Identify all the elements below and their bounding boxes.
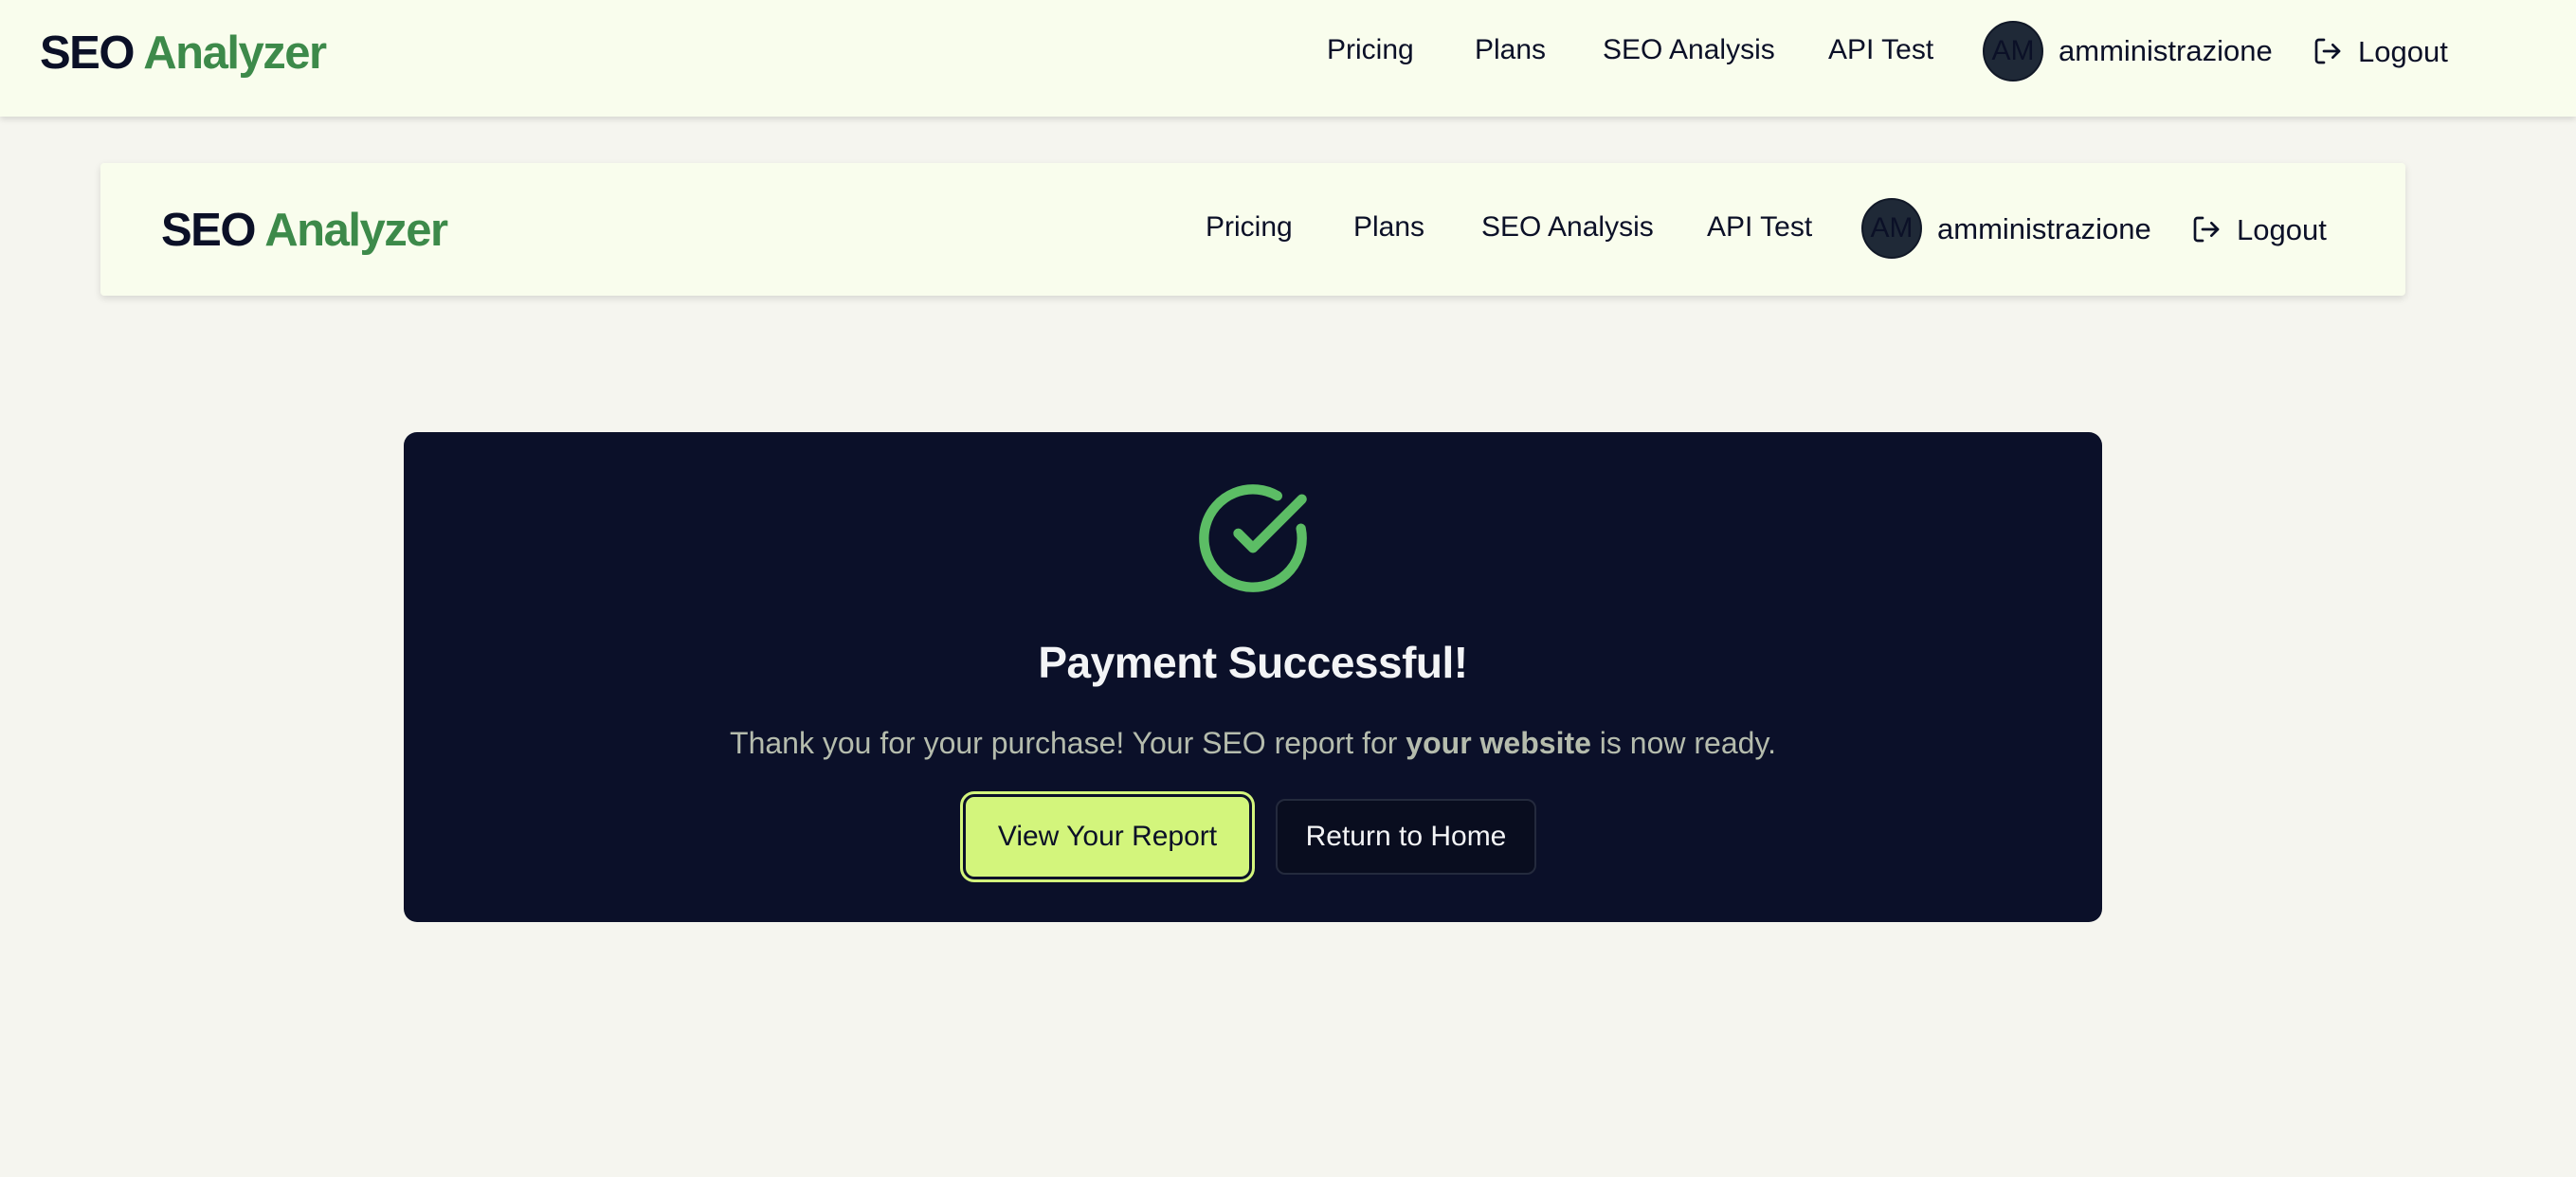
view-report-button[interactable]: View Your Report <box>960 791 1255 882</box>
message-text-after: is now ready. <box>1590 726 1776 760</box>
inner-logo-seo-text: SEO <box>161 205 256 256</box>
logout-label: Logout <box>2358 34 2448 68</box>
logo-analyzer-text: Analyzer <box>143 27 327 79</box>
inner-header: SEO Analyzer Pricing Plans SEO Analysis … <box>100 163 2405 296</box>
nav-api-test[interactable]: API Test <box>1828 36 1933 64</box>
top-header: SEO Analyzer Pricing Plans SEO Analysis … <box>0 0 2576 117</box>
logo-seo-text: SEO <box>40 27 135 79</box>
logo[interactable]: SEO Analyzer <box>40 27 327 79</box>
inner-avatar[interactable]: AM <box>1861 198 1922 259</box>
inner-logo[interactable]: SEO Analyzer <box>161 205 448 256</box>
inner-logout-label: Logout <box>2237 212 2327 246</box>
avatar-initials: AM <box>1991 35 2035 66</box>
nav-plans[interactable]: Plans <box>1475 36 1546 64</box>
logout-button[interactable]: Logout <box>2313 36 2448 66</box>
nav-pricing[interactable]: Pricing <box>1327 36 1414 64</box>
inner-avatar-initials: AM <box>1870 212 1914 244</box>
success-message: Thank you for your purchase! Your SEO re… <box>404 728 2102 758</box>
message-text-before: Thank you for your purchase! Your SEO re… <box>730 726 1406 760</box>
inner-username[interactable]: amministrazione <box>1937 214 2151 244</box>
return-home-button[interactable]: Return to Home <box>1276 799 1536 875</box>
logout-icon <box>2314 38 2341 64</box>
check-circle-icon <box>1199 484 1307 592</box>
inner-nav-plans[interactable]: Plans <box>1353 213 1424 242</box>
avatar[interactable]: AM <box>1983 21 2043 81</box>
username[interactable]: amministrazione <box>2059 36 2273 65</box>
payment-success-card: Payment Successful! Thank you for your p… <box>404 432 2102 922</box>
nav-seo-analysis[interactable]: SEO Analysis <box>1603 36 1775 64</box>
inner-logout-icon <box>2193 216 2220 243</box>
inner-nav-pricing[interactable]: Pricing <box>1206 213 1293 242</box>
inner-nav-seo-analysis[interactable]: SEO Analysis <box>1481 213 1654 242</box>
message-website: your website <box>1406 726 1591 760</box>
success-title: Payment Successful! <box>1038 638 1468 687</box>
inner-logout-button[interactable]: Logout <box>2191 214 2327 244</box>
inner-nav-api-test[interactable]: API Test <box>1707 213 1812 242</box>
inner-logo-analyzer-text: Analyzer <box>264 205 448 256</box>
